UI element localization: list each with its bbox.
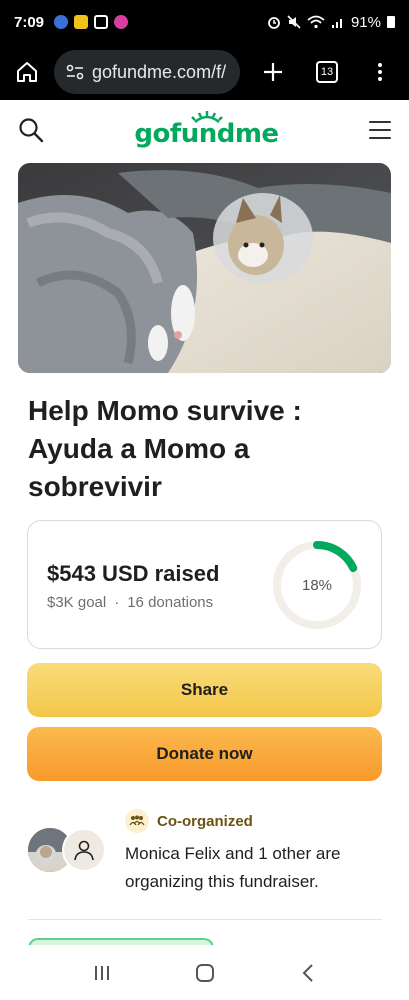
notification-app-icon [54, 15, 69, 29]
co-organized-badge: Co-organized [125, 809, 253, 833]
signal-icon [331, 19, 342, 28]
goal-meta: $3K goal · 16 donations [47, 594, 213, 611]
site-header: gofundme [0, 100, 409, 160]
new-tab-icon[interactable] [258, 57, 288, 87]
progress-card: $543 USD raised $3K goal · 16 donations … [27, 520, 382, 649]
url-text: gofundme.com/f/ [92, 61, 227, 82]
notification-app-icon [74, 15, 89, 29]
address-bar[interactable]: gofundme.com/f/ [54, 50, 240, 94]
battery-percent: 91% [350, 13, 381, 31]
mute-icon [287, 15, 301, 29]
logo-text: gofundme [134, 119, 279, 149]
organizer-avatars[interactable] [28, 828, 108, 874]
more-menu-icon[interactable] [378, 63, 382, 81]
gofundme-logo[interactable]: gofundme [134, 111, 279, 149]
donate-button[interactable]: Donate now [27, 727, 382, 781]
recent-apps-icon[interactable] [82, 953, 122, 993]
meta-separator: · [114, 594, 120, 611]
system-nav-bar [0, 945, 409, 1000]
home-icon[interactable] [10, 55, 44, 89]
search-icon[interactable] [18, 117, 44, 143]
progress-percent: 18% [301, 576, 333, 594]
avatar-placeholder [62, 828, 106, 872]
back-icon[interactable] [288, 953, 328, 993]
status-time: 7:09 [14, 13, 45, 31]
status-bar: 7:09 91% [0, 0, 409, 44]
divider [28, 919, 382, 920]
notification-app-icon [114, 15, 129, 29]
co-organized-label: Co-organized [157, 812, 253, 830]
home-button-icon[interactable] [185, 953, 225, 993]
hamburger-menu-icon[interactable] [369, 121, 391, 139]
wifi-icon [307, 15, 325, 29]
goal-amount: $3K goal [47, 594, 107, 611]
gallery-icon [94, 15, 109, 29]
organizer-description: Monica Felix and 1 other are organizing … [125, 844, 341, 891]
battery-icon [387, 16, 395, 28]
share-button[interactable]: Share [27, 663, 382, 717]
browser-toolbar: gofundme.com/f/ 13 [0, 44, 409, 100]
tabs-icon[interactable]: 13 [316, 61, 338, 83]
campaign-title: Help Momo survive : Ayuda a Momo a sobre… [28, 395, 302, 502]
campaign-photo [18, 163, 391, 373]
alarm-icon [268, 17, 280, 29]
amount-raised: $543 USD raised [47, 561, 220, 586]
tab-count: 13 [320, 66, 334, 78]
site-settings-icon[interactable] [66, 64, 84, 80]
donation-count[interactable]: 16 donations [127, 594, 213, 611]
group-icon [125, 809, 149, 833]
person-icon [74, 840, 94, 861]
